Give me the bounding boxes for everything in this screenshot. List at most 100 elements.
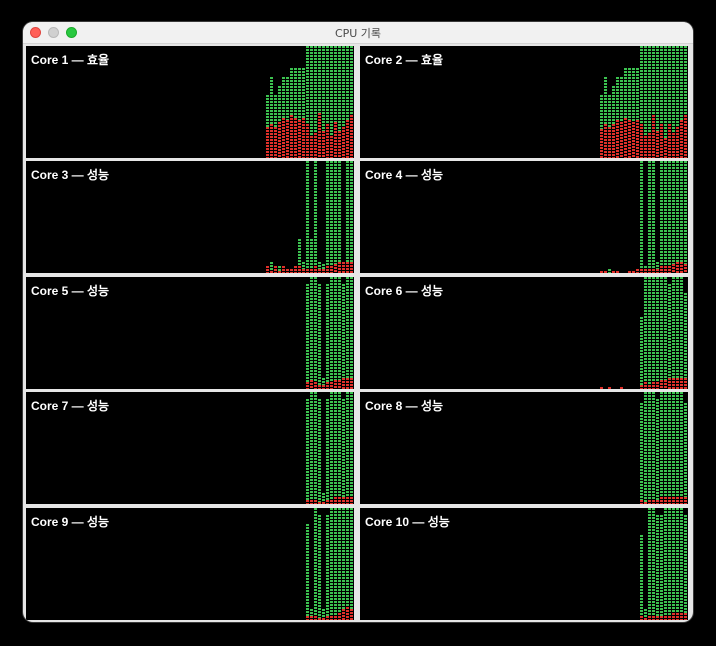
cpu-history-bar bbox=[664, 508, 667, 620]
user-load-segment bbox=[640, 46, 643, 124]
user-load-segment bbox=[612, 86, 615, 124]
user-load-segment bbox=[302, 262, 305, 269]
system-load-segment bbox=[342, 497, 345, 504]
cpu-history-bar bbox=[350, 277, 353, 389]
core-5-graph: Core 5 — 성능 bbox=[26, 277, 354, 389]
cpu-history-bar bbox=[286, 269, 289, 273]
system-load-segment bbox=[644, 269, 647, 273]
user-load-segment bbox=[672, 161, 675, 264]
system-load-segment bbox=[334, 497, 337, 504]
cpu-history-bar bbox=[652, 392, 655, 504]
user-load-segment bbox=[314, 392, 317, 500]
cpu-history-bar bbox=[656, 262, 659, 273]
cpu-history-bar bbox=[604, 77, 607, 158]
cpu-history-bar bbox=[644, 46, 647, 158]
system-load-segment bbox=[676, 378, 679, 389]
cpu-history-bar bbox=[664, 161, 667, 273]
user-load-segment bbox=[672, 392, 675, 497]
system-load-segment bbox=[306, 124, 309, 158]
cpu-history-bar bbox=[314, 392, 317, 504]
core-10-graph: Core 10 — 성능 bbox=[360, 508, 688, 620]
cpu-history-bar bbox=[672, 508, 675, 620]
cpu-history-bar bbox=[616, 271, 619, 273]
cpu-history-bar bbox=[644, 277, 647, 389]
title-bar[interactable]: CPU 기록 bbox=[23, 22, 693, 44]
user-load-segment bbox=[680, 277, 683, 378]
cpu-history-bar bbox=[334, 277, 337, 389]
cpu-history-bar bbox=[672, 392, 675, 504]
system-load-segment bbox=[684, 613, 687, 620]
user-load-segment bbox=[640, 161, 643, 269]
user-load-segment bbox=[318, 46, 321, 113]
system-load-segment bbox=[612, 271, 615, 273]
cpu-history-bar bbox=[660, 46, 663, 158]
user-load-segment bbox=[644, 609, 647, 618]
cpu-history-bar bbox=[322, 378, 325, 389]
user-load-segment bbox=[608, 95, 611, 127]
user-load-segment bbox=[338, 46, 341, 131]
user-load-segment bbox=[326, 284, 329, 382]
cpu-history-bar bbox=[306, 524, 309, 620]
cpu-history-bar bbox=[290, 269, 293, 273]
user-load-segment bbox=[664, 277, 667, 380]
cpu-history-bar bbox=[342, 399, 345, 504]
system-load-segment bbox=[664, 616, 667, 620]
system-load-segment bbox=[632, 122, 635, 158]
user-load-segment bbox=[660, 161, 663, 266]
user-load-segment bbox=[322, 378, 325, 385]
core-label: Core 8 — 성능 bbox=[365, 399, 444, 413]
user-load-segment bbox=[644, 277, 647, 382]
cpu-history-bar bbox=[318, 262, 321, 273]
cpu-history-bar bbox=[612, 86, 615, 158]
user-load-segment bbox=[314, 277, 317, 382]
cpu-history-bar bbox=[318, 46, 321, 158]
system-load-segment bbox=[656, 616, 659, 620]
core-label: Core 6 — 성능 bbox=[365, 284, 444, 298]
cpu-history-bar bbox=[640, 46, 643, 158]
user-load-segment bbox=[656, 262, 659, 269]
user-load-segment bbox=[302, 68, 305, 118]
user-load-segment bbox=[274, 95, 277, 127]
user-load-segment bbox=[660, 277, 663, 380]
user-load-segment bbox=[684, 515, 687, 613]
system-load-segment bbox=[274, 127, 277, 158]
user-load-segment bbox=[330, 161, 333, 266]
system-load-segment bbox=[334, 380, 337, 389]
core-6-graph: Core 6 — 성능 bbox=[360, 277, 688, 389]
cpu-history-bar bbox=[306, 161, 309, 273]
user-load-segment bbox=[640, 403, 643, 500]
core-4-graph: Core 4 — 성능 bbox=[360, 161, 688, 273]
user-load-segment bbox=[330, 392, 333, 500]
system-load-segment bbox=[660, 124, 663, 158]
cpu-history-bar bbox=[680, 508, 683, 620]
system-load-segment bbox=[652, 500, 655, 504]
user-load-segment bbox=[648, 277, 651, 385]
cpu-history-bar bbox=[624, 68, 627, 158]
cpu-history-bar bbox=[342, 262, 345, 273]
cpu-history-bar bbox=[310, 277, 313, 389]
cpu-history-bar bbox=[338, 508, 341, 620]
cpu-history-bar bbox=[644, 266, 647, 273]
cpu-history-bar bbox=[684, 161, 687, 273]
user-load-segment bbox=[660, 515, 663, 616]
cpu-history-bar bbox=[640, 403, 643, 504]
system-load-segment bbox=[684, 378, 687, 389]
user-load-segment bbox=[334, 508, 337, 616]
system-load-segment bbox=[330, 382, 333, 389]
cpu-history-bar bbox=[640, 161, 643, 273]
system-load-segment bbox=[672, 613, 675, 620]
cpu-history-bar bbox=[664, 46, 667, 158]
user-load-segment bbox=[346, 46, 349, 120]
user-load-segment bbox=[342, 508, 345, 609]
system-load-segment bbox=[310, 616, 313, 620]
user-load-segment bbox=[640, 317, 643, 385]
system-load-segment bbox=[608, 387, 611, 389]
user-load-segment bbox=[644, 46, 647, 136]
system-load-segment bbox=[600, 271, 603, 273]
cpu-history-bar bbox=[286, 77, 289, 158]
system-load-segment bbox=[604, 271, 607, 273]
cpu-history-bar bbox=[338, 161, 341, 273]
cpu-history-bar bbox=[318, 399, 321, 504]
core-label: Core 3 — 성능 bbox=[31, 168, 110, 182]
system-load-segment bbox=[330, 500, 333, 504]
